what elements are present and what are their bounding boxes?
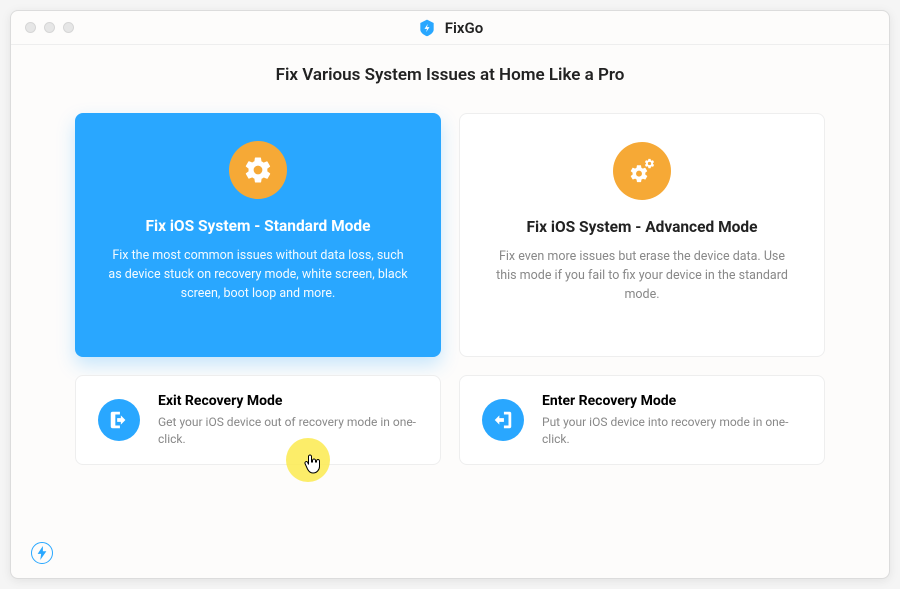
minimize-window-button[interactable] — [44, 22, 55, 33]
window-controls — [25, 22, 74, 33]
titlebar: FixGo — [11, 11, 889, 45]
page-headline: Fix Various System Issues at Home Like a… — [11, 65, 889, 85]
standard-mode-title: Fix iOS System - Standard Mode — [107, 217, 409, 235]
enter-icon — [482, 399, 524, 441]
titlebar-title: FixGo — [11, 18, 889, 38]
enter-recovery-title: Enter Recovery Mode — [542, 393, 802, 409]
advanced-mode-title: Fix iOS System - Advanced Mode — [492, 218, 792, 236]
gears-icon — [613, 142, 671, 200]
cards-grid: Fix iOS System - Standard Mode Fix the m… — [11, 85, 889, 465]
exit-recovery-text: Exit Recovery Mode Get your iOS device o… — [158, 393, 418, 448]
enter-recovery-desc: Put your iOS device into recovery mode i… — [542, 414, 802, 448]
exit-recovery-card[interactable]: Exit Recovery Mode Get your iOS device o… — [75, 375, 441, 465]
app-name: FixGo — [445, 19, 483, 37]
info-lightning-icon[interactable] — [31, 542, 53, 564]
gear-icon — [229, 141, 287, 199]
advanced-mode-desc: Fix even more issues but erase the devic… — [492, 248, 792, 304]
app-logo-icon — [417, 18, 437, 38]
exit-recovery-title: Exit Recovery Mode — [158, 393, 418, 409]
maximize-window-button[interactable] — [63, 22, 74, 33]
exit-icon — [98, 399, 140, 441]
app-window: FixGo Fix Various System Issues at Home … — [10, 10, 890, 579]
close-window-button[interactable] — [25, 22, 36, 33]
standard-mode-desc: Fix the most common issues without data … — [107, 247, 409, 303]
enter-recovery-text: Enter Recovery Mode Put your iOS device … — [542, 393, 802, 448]
advanced-mode-card[interactable]: Fix iOS System - Advanced Mode Fix even … — [459, 113, 825, 357]
standard-mode-card[interactable]: Fix iOS System - Standard Mode Fix the m… — [75, 113, 441, 357]
enter-recovery-card[interactable]: Enter Recovery Mode Put your iOS device … — [459, 375, 825, 465]
exit-recovery-desc: Get your iOS device out of recovery mode… — [158, 414, 418, 448]
